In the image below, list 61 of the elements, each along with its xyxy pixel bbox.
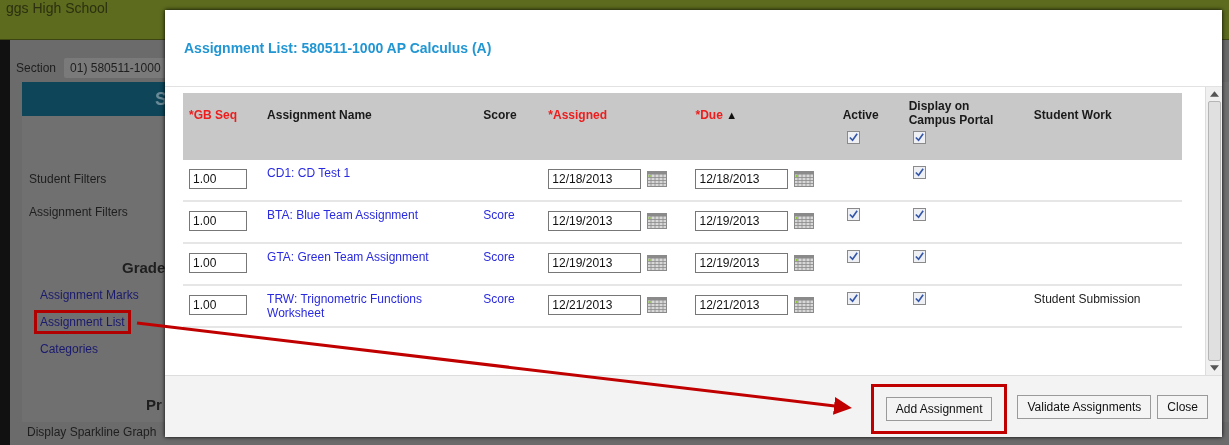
- date-field[interactable]: 12/21/2013: [548, 295, 642, 315]
- school-name: ggs High School: [6, 0, 108, 16]
- section-field[interactable]: 01) 580511-1000: [64, 58, 167, 78]
- checkbox[interactable]: [912, 166, 926, 179]
- dialog-title: Assignment List: 580511-1000 AP Calculus (A): [184, 40, 492, 56]
- score-link[interactable]: Score: [483, 292, 515, 306]
- option-label: Display Sparkline Graph: [27, 425, 157, 439]
- column-header: Student Work: [1033, 108, 1112, 122]
- date-field[interactable]: 12/18/2013: [548, 169, 642, 189]
- calendar-icon[interactable]: [794, 213, 815, 229]
- sequence-field[interactable]: 1.00: [189, 211, 247, 231]
- dialog-button[interactable]: Close: [1157, 394, 1208, 419]
- dialog-button[interactable]: Add Assignment: [885, 396, 993, 421]
- section-label: Section: [16, 61, 57, 75]
- scrollbar-thumb[interactable]: [1207, 101, 1221, 361]
- date-field[interactable]: 12/19/2013: [695, 211, 789, 231]
- section-heading: Grade: [122, 259, 166, 276]
- calendar-icon[interactable]: [647, 171, 668, 187]
- assignment-link[interactable]: GTA: Green Team Assignment: [267, 250, 429, 264]
- calendar-icon[interactable]: [647, 213, 668, 229]
- scroll-up-icon[interactable]: [1209, 91, 1219, 97]
- date-field[interactable]: 12/19/2013: [548, 211, 642, 231]
- column-header: Assignment Name: [267, 108, 372, 122]
- calendar-icon[interactable]: [794, 171, 815, 187]
- assignment-link[interactable]: BTA: Blue Team Assignment: [267, 208, 419, 222]
- calendar-icon[interactable]: [647, 297, 668, 313]
- sequence-field[interactable]: 1.00: [189, 169, 247, 189]
- column-header: Display on Campus Portal: [908, 99, 995, 127]
- filter-label: Assignment Filters: [29, 205, 128, 219]
- assignment-link[interactable]: TRW: Trignometric Functions Worksheet: [267, 292, 472, 320]
- checkbox[interactable]: [912, 250, 926, 263]
- checkbox[interactable]: [912, 208, 926, 221]
- sequence-field[interactable]: 1.00: [189, 253, 247, 273]
- table-cell: Student Submission: [1033, 292, 1141, 306]
- checkbox[interactable]: [912, 292, 926, 305]
- calendar-icon[interactable]: [647, 255, 668, 271]
- filter-label: Student Filters: [29, 172, 107, 186]
- date-field[interactable]: 12/19/2013: [695, 253, 789, 273]
- score-link[interactable]: Score: [483, 250, 515, 264]
- checkbox[interactable]: [846, 208, 860, 221]
- column-header: Score: [483, 108, 517, 122]
- score-link[interactable]: Score: [483, 208, 515, 222]
- checkbox[interactable]: [846, 131, 860, 144]
- section-heading: Pr: [146, 396, 162, 413]
- column-header: Active: [842, 108, 879, 122]
- scroll-down-icon[interactable]: [1209, 365, 1219, 371]
- checkbox[interactable]: [846, 250, 860, 263]
- checkbox[interactable]: [846, 292, 860, 305]
- column-header[interactable]: *Due ▲: [695, 108, 738, 122]
- calendar-icon[interactable]: [794, 255, 815, 271]
- assignment-link[interactable]: CD1: CD Test 1: [267, 166, 351, 180]
- sequence-field[interactable]: 1.00: [189, 295, 247, 315]
- scrollbar[interactable]: [1205, 87, 1222, 375]
- date-field[interactable]: 12/18/2013: [695, 169, 789, 189]
- column-header: *GB Seq: [189, 108, 237, 122]
- checkbox[interactable]: [912, 131, 926, 144]
- column-header: *Assigned: [548, 108, 608, 122]
- calendar-icon[interactable]: [794, 297, 815, 313]
- dialog-button[interactable]: Validate Assignments: [1017, 394, 1152, 419]
- date-field[interactable]: 12/21/2013: [695, 295, 789, 315]
- date-field[interactable]: 12/19/2013: [548, 253, 642, 273]
